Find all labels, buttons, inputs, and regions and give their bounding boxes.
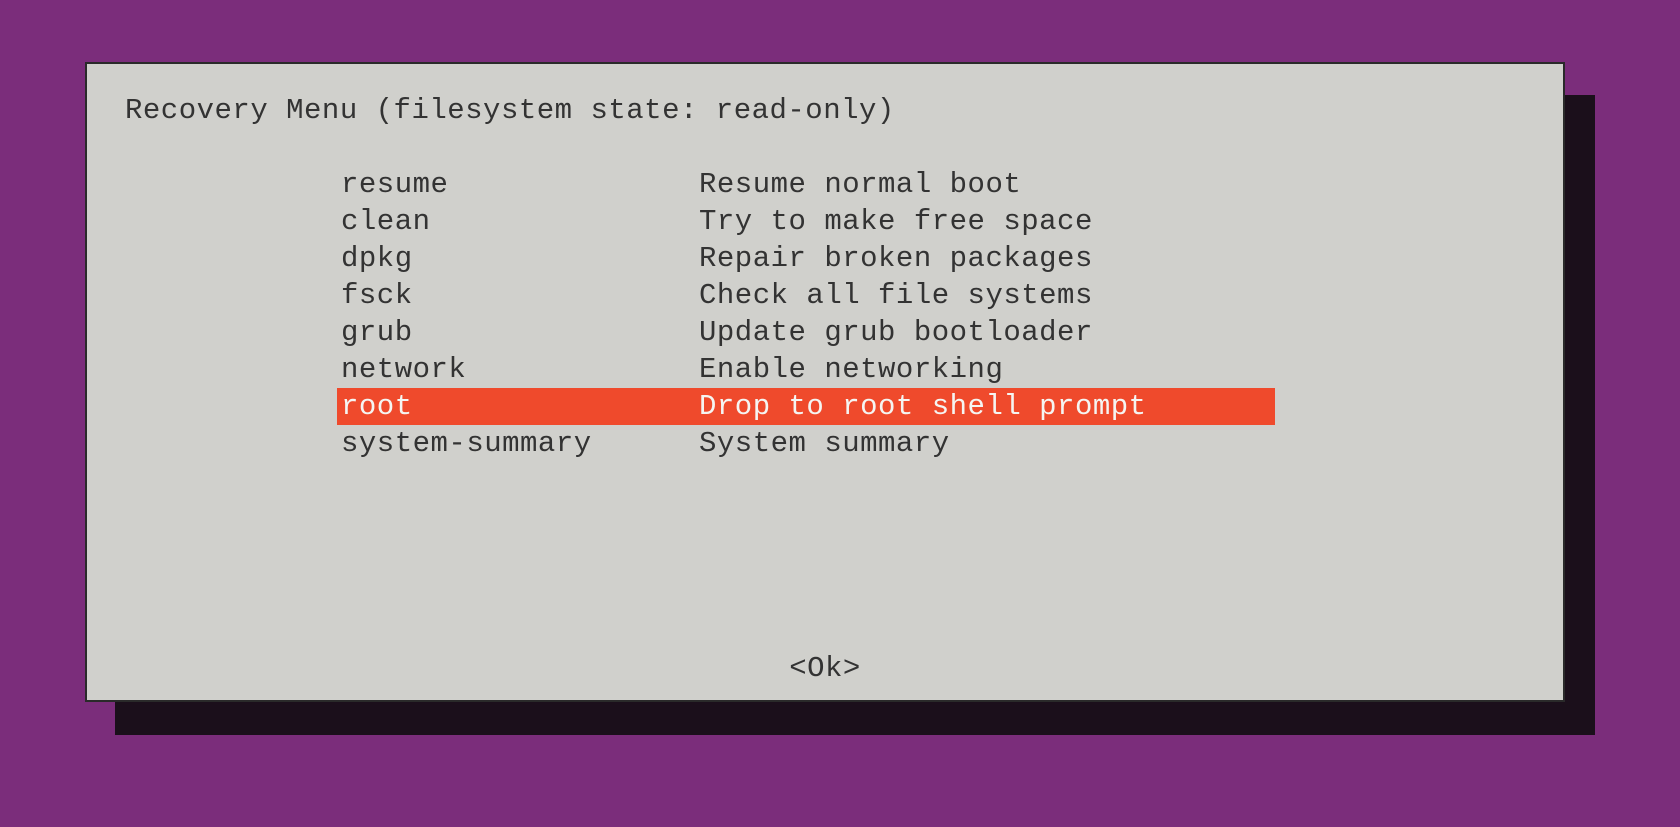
- menu-item-key: system-summary: [337, 425, 699, 462]
- menu-item-key: clean: [337, 203, 699, 240]
- dialog-title: Recovery Menu (filesystem state: read-on…: [125, 94, 895, 127]
- menu-item-root[interactable]: root Drop to root shell prompt: [337, 388, 1275, 425]
- menu-item-fsck[interactable]: fsck Check all file systems: [337, 277, 1275, 314]
- menu-item-system-summary[interactable]: system-summary System summary: [337, 425, 1275, 462]
- menu-item-network[interactable]: network Enable networking: [337, 351, 1275, 388]
- menu-item-dpkg[interactable]: dpkg Repair broken packages: [337, 240, 1275, 277]
- menu-item-desc: Check all file systems: [699, 277, 1275, 314]
- menu-item-grub[interactable]: grub Update grub bootloader: [337, 314, 1275, 351]
- menu-item-resume[interactable]: resume Resume normal boot: [337, 166, 1275, 203]
- menu-item-clean[interactable]: clean Try to make free space: [337, 203, 1275, 240]
- menu-item-key: dpkg: [337, 240, 699, 277]
- menu-item-key: root: [337, 388, 699, 425]
- recovery-menu[interactable]: resume Resume normal boot clean Try to m…: [337, 166, 1275, 462]
- menu-item-key: network: [337, 351, 699, 388]
- menu-item-key: fsck: [337, 277, 699, 314]
- menu-item-desc: Repair broken packages: [699, 240, 1275, 277]
- menu-item-desc: Resume normal boot: [699, 166, 1275, 203]
- ok-button[interactable]: <Ok>: [87, 652, 1563, 685]
- menu-item-desc: Drop to root shell prompt: [699, 388, 1275, 425]
- menu-item-key: grub: [337, 314, 699, 351]
- menu-item-desc: System summary: [699, 425, 1275, 462]
- recovery-dialog: Recovery Menu (filesystem state: read-on…: [85, 62, 1565, 702]
- menu-item-desc: Try to make free space: [699, 203, 1275, 240]
- menu-item-desc: Enable networking: [699, 351, 1275, 388]
- menu-item-desc: Update grub bootloader: [699, 314, 1275, 351]
- menu-item-key: resume: [337, 166, 699, 203]
